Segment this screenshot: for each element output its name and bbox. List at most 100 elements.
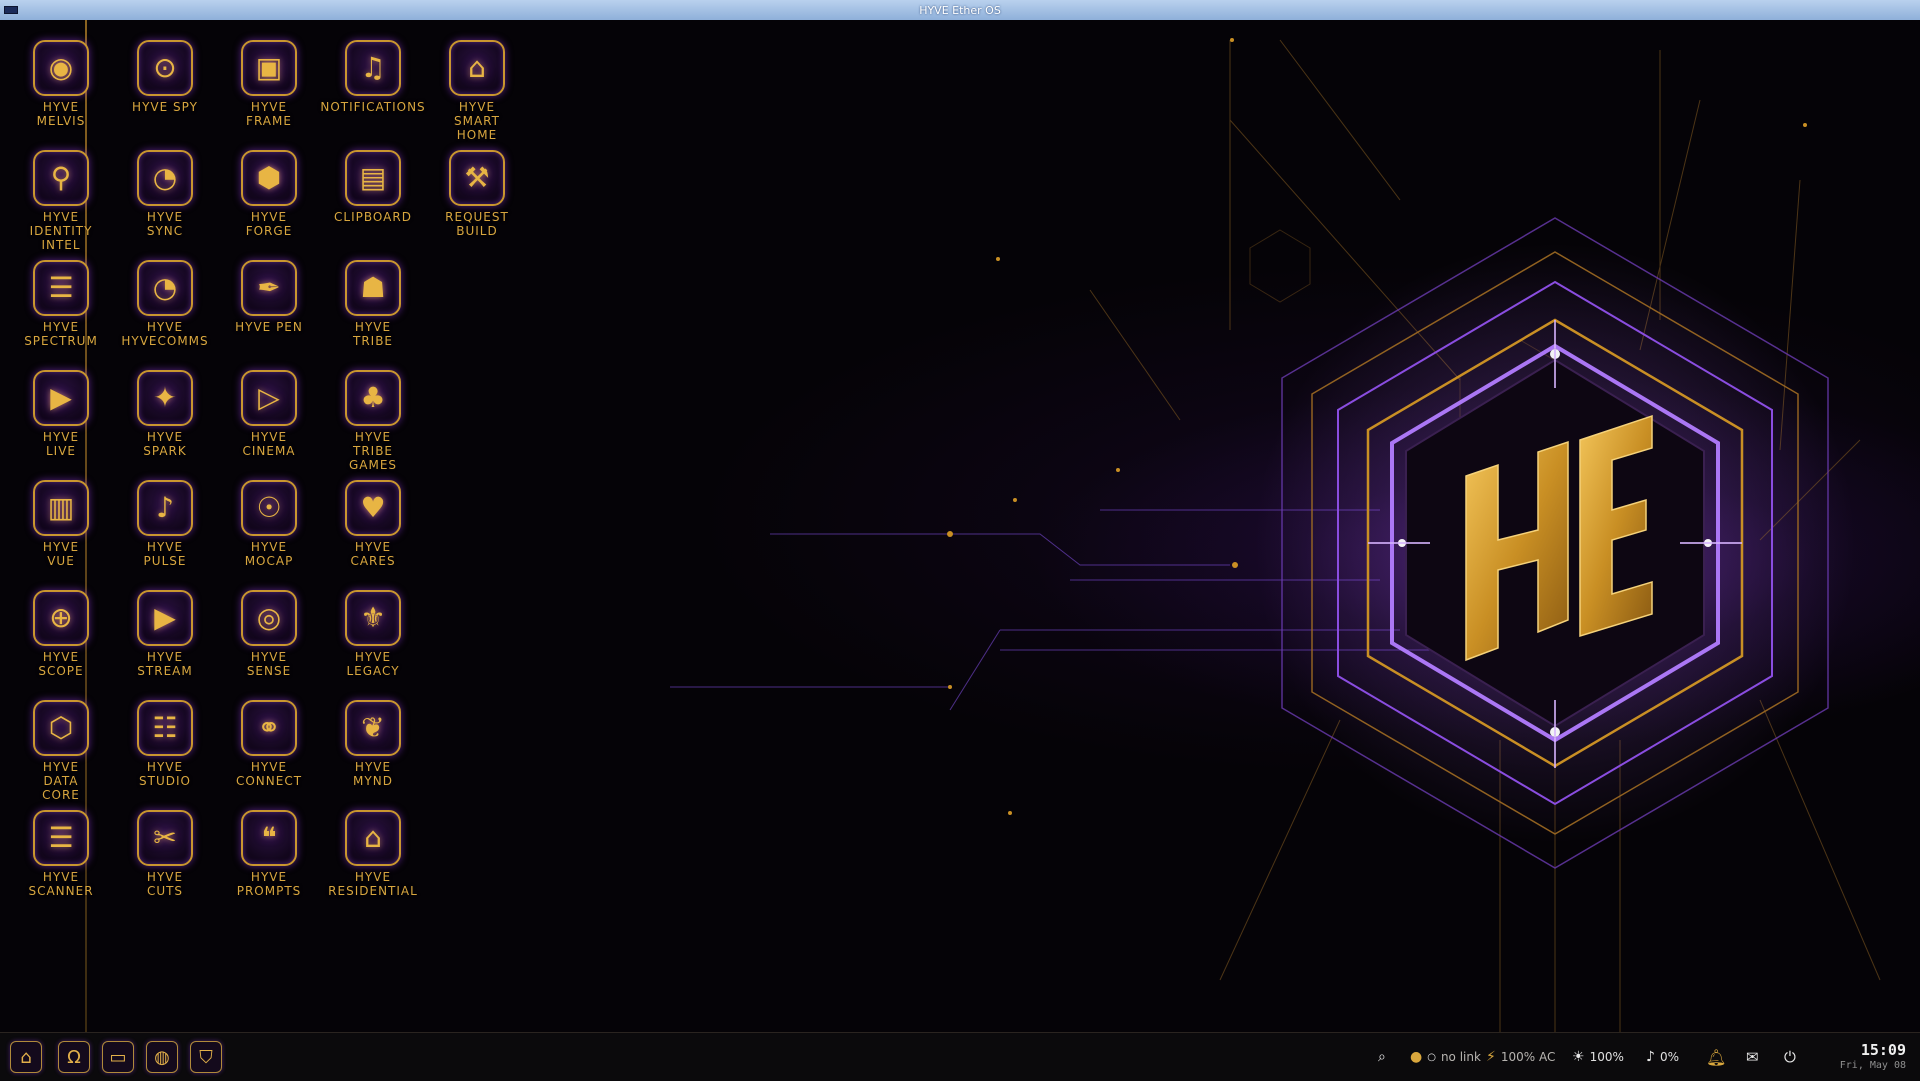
icon-glyph: ❦	[361, 711, 385, 744]
desktop-app-31[interactable]: ✂ HYVE CUTS	[113, 810, 217, 898]
globe-launcher[interactable]: ◍	[146, 1041, 178, 1073]
desktop-app-9[interactable]: ⚒ REQUEST BUILD	[425, 150, 529, 238]
desktop-app-1[interactable]: ⊙ HYVE SPY	[113, 40, 217, 114]
live-play-icon: ▶	[33, 370, 89, 426]
window-menu-button[interactable]	[4, 6, 18, 14]
omega-launcher[interactable]: Ω	[58, 1041, 90, 1073]
heart-care-icon: ♥	[345, 480, 401, 536]
desktop-app-33[interactable]: ⌂ HYVE RESIDENTIAL	[321, 810, 425, 898]
tray-notifications[interactable]: 🔔︎	[1706, 1033, 1731, 1081]
icon-glyph: ⬢	[256, 161, 282, 194]
tray-search[interactable]: ⌕	[1378, 1033, 1391, 1081]
app-label: HYVE IDENTITY INTEL	[29, 210, 93, 252]
desktop-app-14[interactable]: ▶ HYVE LIVE	[9, 370, 113, 458]
icon-glyph: ❝	[261, 821, 277, 854]
desktop-app-6[interactable]: ◔ HYVE SYNC	[113, 150, 217, 238]
desktop-app-24[interactable]: ◎ HYVE SENSE	[217, 590, 321, 678]
legacy-crest-icon: ⚜	[345, 590, 401, 646]
app-label: HYVE MOCAP	[244, 540, 294, 568]
desktop-app-27[interactable]: ☷ HYVE STUDIO	[113, 700, 217, 788]
app-label: HYVE CUTS	[146, 870, 184, 898]
desktop-app-30[interactable]: ☰ HYVE SCANNER	[9, 810, 113, 898]
desktop-app-0[interactable]: ◉ HYVE MELVIS	[9, 40, 113, 128]
desktop-app-11[interactable]: ◔ HYVE HYVECOMMS	[113, 260, 217, 348]
desktop-app-32[interactable]: ❝ HYVE PROMPTS	[217, 810, 321, 898]
app-label: HYVE SPECTRUM	[24, 320, 98, 348]
desktop-app-28[interactable]: ⚭ HYVE CONNECT	[217, 700, 321, 788]
quote-icon: ❝	[241, 810, 297, 866]
app-label: HYVE LIVE	[42, 430, 80, 458]
spy-eye-icon: ⊙	[137, 40, 193, 96]
app-label: HYVE STUDIO	[139, 760, 191, 788]
icon-glyph: ▤	[359, 161, 387, 194]
desktop-app-12[interactable]: ✒ HYVE PEN	[217, 260, 321, 334]
icon-glyph: ♥	[360, 491, 386, 524]
tray-network[interactable]: ● ○ no link	[1410, 1033, 1481, 1081]
files-launcher[interactable]: ▭	[102, 1041, 134, 1073]
desktop-app-25[interactable]: ⚜ HYVE LEGACY	[321, 590, 425, 678]
icon-glyph: ♣	[360, 381, 386, 414]
desktop-app-20[interactable]: ☉ HYVE MOCAP	[217, 480, 321, 568]
tray-battery[interactable]: ⚡ 100% AC	[1486, 1033, 1555, 1081]
icon-glyph: ☰	[48, 271, 74, 304]
scissors-icon: ✂	[137, 810, 193, 866]
icon-glyph: ⚜	[360, 601, 386, 634]
shield-launcher[interactable]: ⛉	[190, 1041, 222, 1073]
desktop-app-2[interactable]: ▣ HYVE FRAME	[217, 40, 321, 128]
desktop-app-17[interactable]: ♣ HYVE TRIBE GAMES	[321, 370, 425, 472]
icon-glyph: ⊙	[153, 51, 177, 84]
icon-glyph: ▥	[47, 491, 75, 524]
window-titlebar[interactable]: HYVE Ether OS	[0, 0, 1920, 21]
desktop-app-3[interactable]: ♫ NOTIFICATIONS	[320, 40, 426, 114]
app-label: REQUEST BUILD	[445, 210, 509, 238]
barcode-scanner-icon: ☰	[33, 810, 89, 866]
icon-glyph: ◎	[256, 601, 282, 634]
desktop-app-13[interactable]: ☗ HYVE TRIBE	[321, 260, 425, 348]
app-label: HYVE SPARK	[143, 430, 187, 458]
taskbar: ⌂ Ω ▭ ◍ ⛉ ⌕ ● ○ no link ⚡ 100% AC ☀ 100% ♪ 0…	[0, 1032, 1920, 1081]
spectrum-icon: ☰	[33, 260, 89, 316]
desktop-app-15[interactable]: ✦ HYVE SPARK	[113, 370, 217, 458]
icon-glyph: ▶	[154, 601, 176, 634]
lightning-icon: ⚡	[1486, 1049, 1496, 1065]
desktop-app-21[interactable]: ♥ HYVE CARES	[321, 480, 425, 568]
app-label: HYVE SYNC	[146, 210, 184, 238]
tray-power[interactable]: ⏻	[1784, 1033, 1801, 1081]
app-label: HYVE PULSE	[143, 540, 187, 568]
stream-play-icon: ▶	[137, 590, 193, 646]
app-label: CLIPBOARD	[334, 210, 412, 224]
desktop-app-29[interactable]: ❦ HYVE MYND	[321, 700, 425, 788]
desktop-app-10[interactable]: ☰ HYVE SPECTRUM	[9, 260, 113, 348]
desktop-app-16[interactable]: ▷ HYVE CINEMA	[217, 370, 321, 458]
desktop-app-22[interactable]: ⊕ HYVE SCOPE	[9, 590, 113, 678]
desktop-app-19[interactable]: ♪ HYVE PULSE	[113, 480, 217, 568]
frame-icon: ▣	[241, 40, 297, 96]
icon-glyph: ☉	[256, 491, 282, 524]
app-label: HYVE TRIBE	[352, 320, 394, 348]
desktop-app-4[interactable]: ⌂ HYVE SMART HOME	[425, 40, 529, 142]
clock-time[interactable]: 15:09	[1861, 1041, 1906, 1059]
icon-glyph: ▶	[50, 381, 72, 414]
desktop-app-7[interactable]: ⬢ HYVE FORGE	[217, 150, 321, 238]
desktop-app-26[interactable]: ⬡ HYVE DATA CORE	[9, 700, 113, 802]
tray-brightness[interactable]: ☀ 100%	[1572, 1033, 1624, 1081]
battery-label: 100% AC	[1500, 1050, 1556, 1064]
icon-glyph: ⌂	[364, 821, 382, 854]
app-label: HYVE DATA CORE	[42, 760, 80, 802]
desktop-app-5[interactable]: ⚲ HYVE IDENTITY INTEL	[9, 150, 113, 252]
network-label: no link	[1440, 1050, 1481, 1064]
home-launcher[interactable]: ⌂	[10, 1041, 42, 1073]
sense-radar-icon: ◎	[241, 590, 297, 646]
smart-home-icon: ⌂	[449, 40, 505, 96]
tray-mail[interactable]: ✉	[1746, 1033, 1764, 1081]
tray-volume[interactable]: ♪ 0%	[1646, 1033, 1679, 1081]
desktop-app-8[interactable]: ▤ CLIPBOARD	[321, 150, 425, 224]
comms-dish-icon: ◔	[137, 260, 193, 316]
icon-glyph: ⚒	[464, 161, 490, 194]
app-label: HYVE PROMPTS	[236, 870, 302, 898]
app-label: NOTIFICATIONS	[320, 100, 426, 114]
icon-glyph: ✂	[153, 821, 177, 854]
desktop-app-23[interactable]: ▶ HYVE STREAM	[113, 590, 217, 678]
app-label: HYVE PEN	[235, 320, 303, 334]
desktop-app-18[interactable]: ▥ HYVE VUE	[9, 480, 113, 568]
